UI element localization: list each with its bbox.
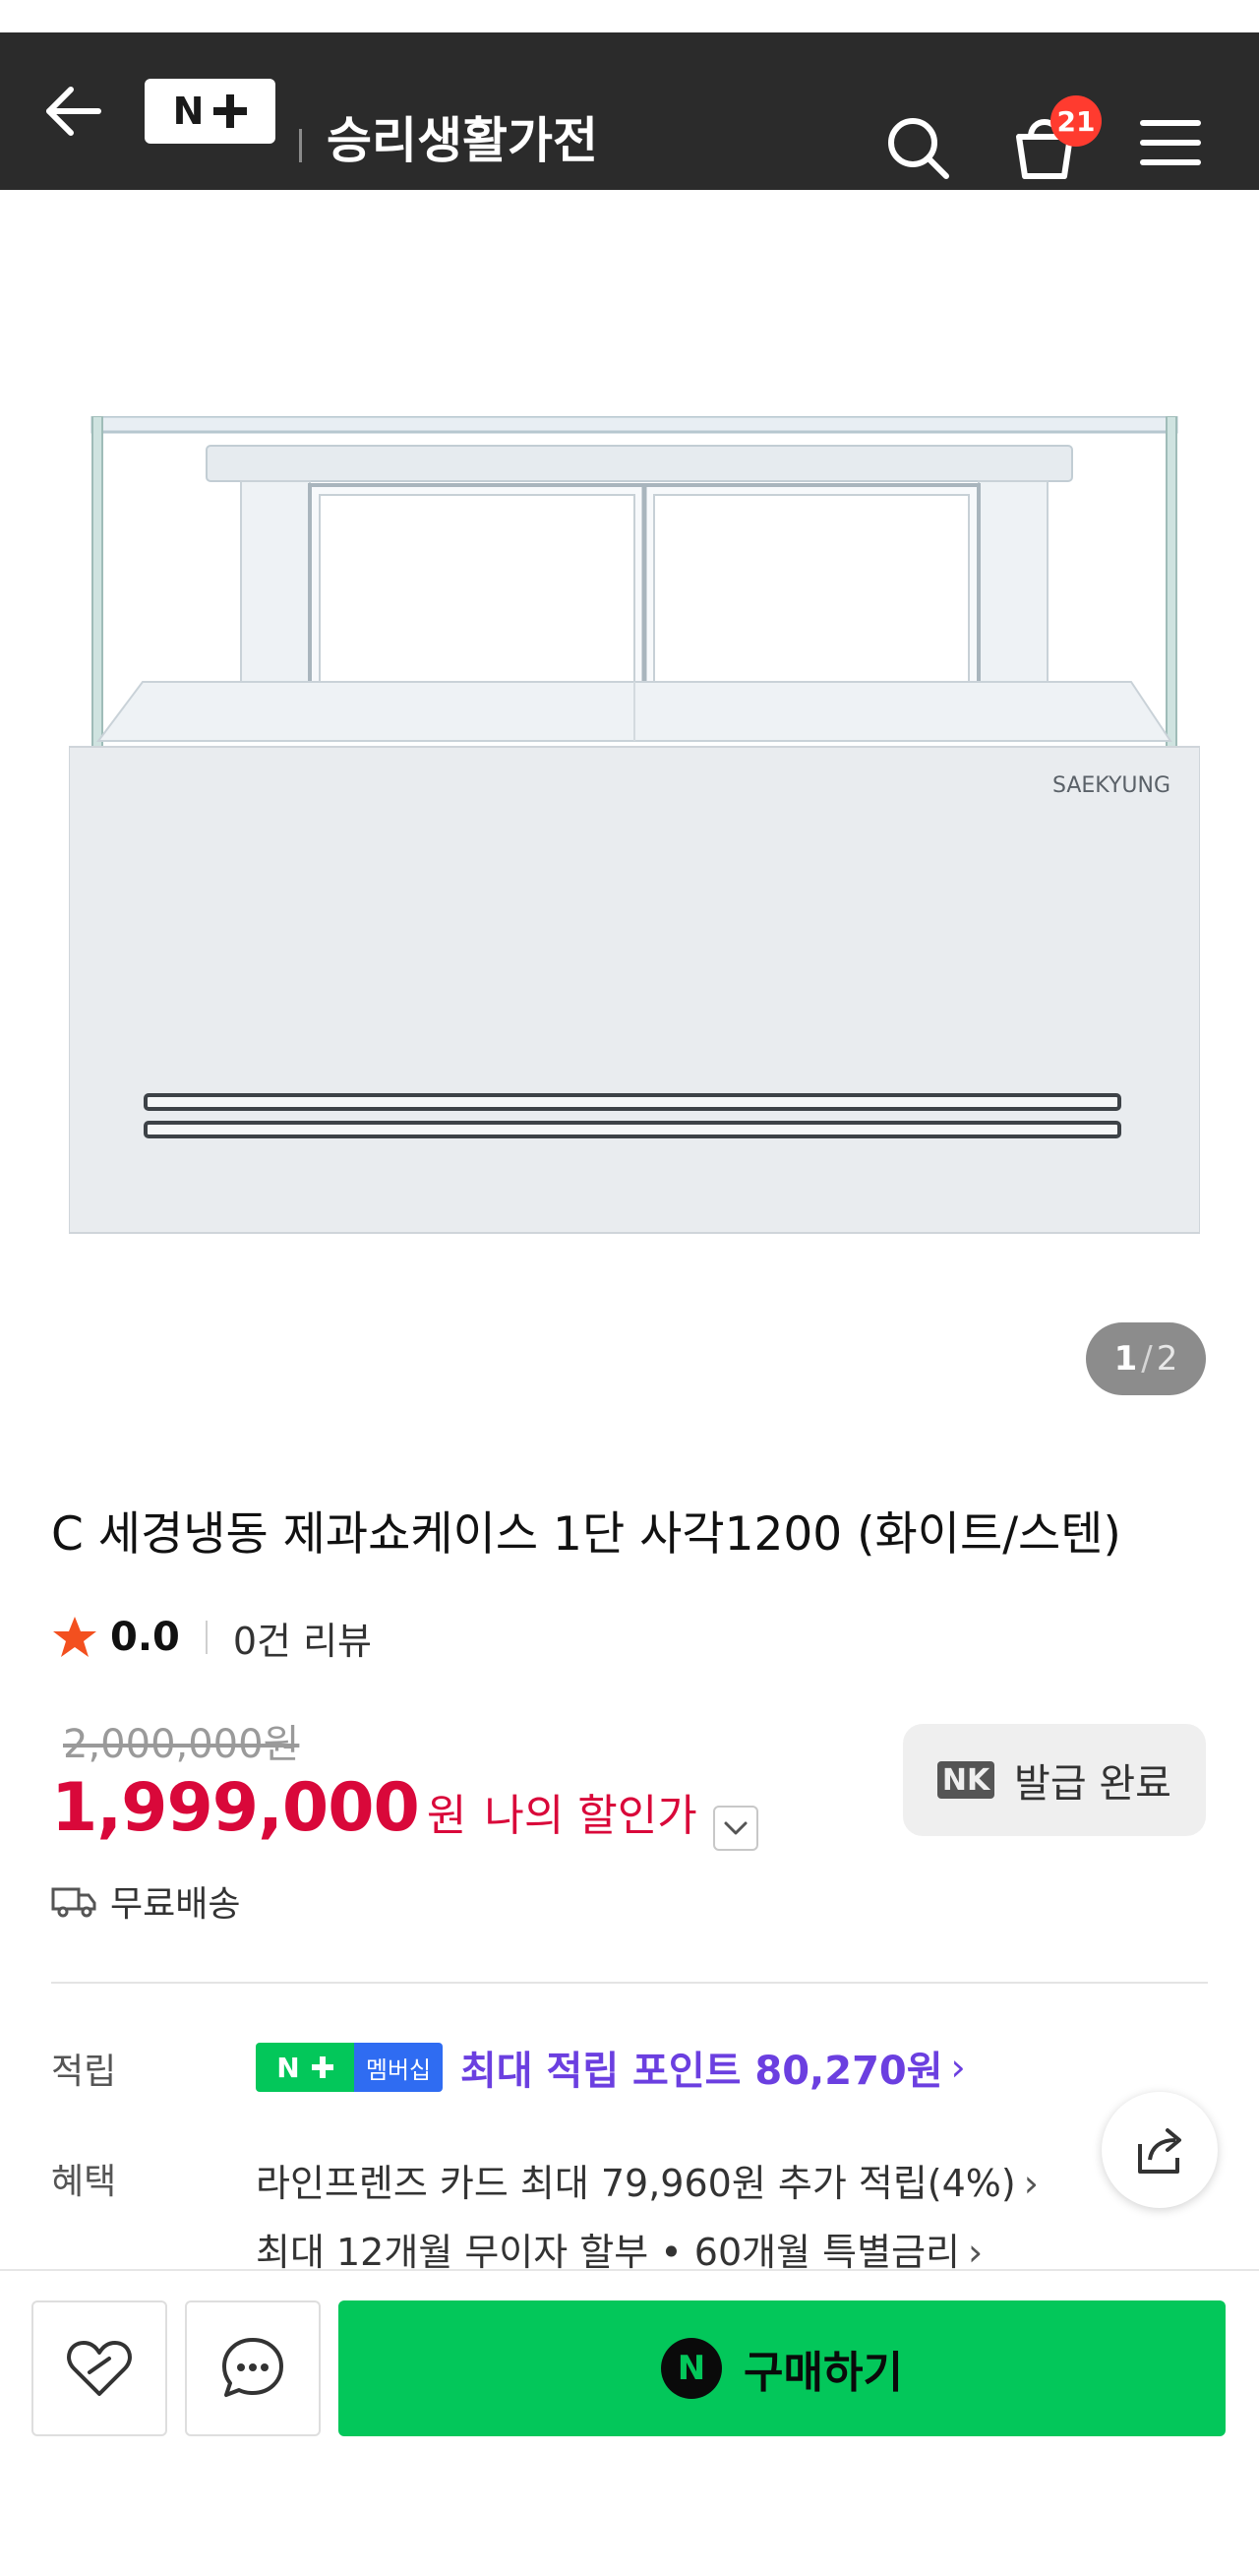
- page-separator: /: [1141, 1339, 1153, 1379]
- card-benefit-link[interactable]: 라인프렌즈 카드 최대 79,960원 추가 적립(4%) ›: [256, 2153, 1039, 2207]
- installment-benefit-link[interactable]: 최대 12개월 무이자 할부 • 60개월 특별금리 ›: [256, 2222, 983, 2276]
- rating-score: 0.0: [110, 1615, 180, 1660]
- image-page-indicator: 1 / 2: [1086, 1322, 1206, 1395]
- plus-icon: [311, 2056, 333, 2078]
- sale-price: 1,999,000: [51, 1769, 420, 1847]
- product-title: C 세경냉동 제과쇼케이스 1단 사각1200 (화이트/스텐): [51, 1507, 1121, 1562]
- membership-badge: N 멤버십: [256, 2043, 443, 2092]
- currency-unit: 원: [426, 1791, 467, 1841]
- coupon-icon: NK: [937, 1761, 995, 1799]
- chevron-right-icon: ›: [968, 2231, 984, 2274]
- badge-n: N: [276, 2051, 300, 2084]
- truck-icon: [51, 1887, 96, 1918]
- naver-n-icon: N: [661, 2338, 723, 2399]
- logo-n-text: N: [172, 90, 205, 133]
- rating-row[interactable]: 0.0 0건 리뷰: [51, 1610, 372, 1665]
- rating-divider: [205, 1621, 208, 1654]
- brand-mark: SAEKYUNG: [1052, 773, 1170, 798]
- badge-membership-text: 멤버십: [354, 2043, 443, 2092]
- naver-plus-logo[interactable]: N: [145, 79, 275, 144]
- points-label: 적립: [51, 2052, 117, 2092]
- delivery-info: 무료배송: [51, 1875, 240, 1927]
- delivery-label: 무료배송: [110, 1884, 241, 1925]
- total-pages: 2: [1156, 1339, 1178, 1379]
- logo-plus-icon: [213, 94, 248, 128]
- section-divider: [51, 1982, 1208, 1984]
- chat-icon: [222, 2338, 283, 2397]
- product-image-gallery[interactable]: SAEKYUNG 1 / 2: [0, 190, 1259, 1437]
- my-discount-label[interactable]: 나의 할인가: [484, 1780, 696, 1843]
- menu-icon[interactable]: [1139, 115, 1202, 170]
- chat-button[interactable]: [185, 2300, 321, 2436]
- buy-label: 구매하기: [744, 2348, 903, 2398]
- wishlist-button[interactable]: [31, 2300, 167, 2436]
- chevron-right-icon: ›: [950, 2046, 966, 2089]
- app-header: N 승리생활가전 21: [0, 32, 1259, 190]
- original-price: 2,000,000원: [63, 1722, 300, 1767]
- share-button[interactable]: [1102, 2092, 1218, 2208]
- share-icon: [1138, 2128, 1181, 2174]
- star-icon: [53, 1617, 96, 1657]
- chevron-down-icon[interactable]: [712, 1806, 758, 1851]
- store-name[interactable]: 승리생활가전: [327, 99, 598, 182]
- heart-icon: [67, 2341, 132, 2396]
- product-image: SAEKYUNG: [69, 416, 1200, 1234]
- membership-points-link[interactable]: N 멤버십 최대 적립 포인트 80,270원 ›: [256, 2039, 966, 2096]
- status-bar-area: [0, 0, 1259, 32]
- coupon-issued-button[interactable]: NK 발급 완료: [903, 1724, 1206, 1836]
- buy-button[interactable]: N 구매하기: [338, 2300, 1226, 2436]
- installment-benefit-text: 최대 12개월 무이자 할부 • 60개월 특별금리: [256, 2231, 960, 2274]
- coupon-label: 발급 완료: [1014, 1761, 1171, 1807]
- search-icon[interactable]: [881, 111, 956, 186]
- back-arrow-icon[interactable]: [37, 82, 106, 141]
- sale-price-row: 1,999,000 원 나의 할인가: [51, 1769, 758, 1851]
- cart-count-badge: 21: [1050, 95, 1102, 147]
- benefit-label: 혜택: [51, 2162, 117, 2202]
- card-benefit-text: 라인프렌즈 카드 최대 79,960원 추가 적립(4%): [256, 2162, 1016, 2205]
- current-page: 1: [1113, 1339, 1138, 1379]
- header-divider: [299, 129, 302, 162]
- chevron-right-icon: ›: [1023, 2162, 1039, 2205]
- review-count[interactable]: 0건 리뷰: [233, 1611, 372, 1665]
- max-points-text: 최대 적립 포인트 80,270원: [460, 2049, 943, 2094]
